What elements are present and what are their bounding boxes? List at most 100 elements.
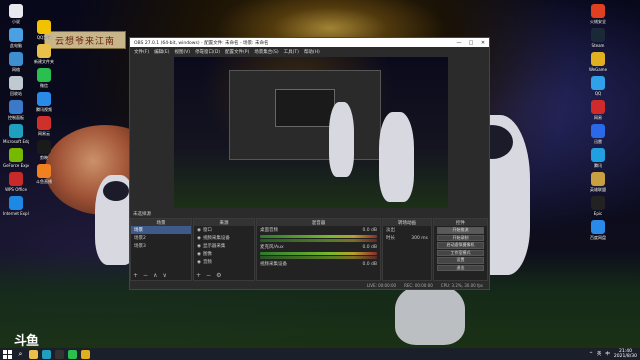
transition-select[interactable]: 淡出 (383, 226, 431, 234)
menu-scene-collection[interactable]: 场景集合(S) (254, 49, 278, 55)
virtual-camera-button[interactable]: 启动虚拟摄像机 (437, 242, 484, 249)
eye-icon[interactable]: ◉ (197, 228, 201, 233)
menu-profile[interactable]: 配置文件(P) (225, 49, 249, 55)
taskbar-app-chrome[interactable] (81, 349, 90, 359)
add-scene-icon[interactable]: + (133, 272, 138, 279)
search-icon[interactable]: ⌕ (16, 350, 25, 359)
app-icon (591, 124, 605, 138)
desktop-icon[interactable]: 百度网盘 (586, 220, 610, 240)
scene-item[interactable]: 场景 (131, 226, 191, 234)
obs-menu-bar: 文件(F) 编辑(E) 视图(V) 停靠窗口(D) 配置文件(P) 场景集合(S… (130, 47, 489, 56)
desktop-icon[interactable]: Microsoft Edge (3, 124, 29, 144)
desktop-icon[interactable]: 迅雷 (586, 124, 610, 144)
start-button[interactable] (3, 349, 12, 359)
taskbar-app-edge[interactable] (42, 349, 51, 359)
tray-overflow-icon[interactable]: ^ (589, 352, 593, 357)
source-item[interactable]: ◉ 音频 (194, 258, 254, 266)
eye-icon[interactable]: ◉ (197, 236, 201, 241)
desktop-icon[interactable]: 回收站 (4, 76, 28, 96)
scene-item[interactable]: 场景3 (131, 242, 191, 250)
minimize-button[interactable]: — (453, 40, 465, 46)
desktop-icons-right: 火绒安全 Steam WeGame QQ 网易迅雷腾讯英雄联盟 Epic 百度网盘 (586, 4, 610, 240)
taskbar-app-obs[interactable] (55, 349, 64, 359)
desktop-icon[interactable]: 腾讯 (586, 148, 610, 168)
desktop-icon[interactable]: 新建文件夹 (32, 44, 56, 64)
scene-up-icon[interactable]: ∧ (153, 272, 157, 279)
remove-scene-icon[interactable]: − (143, 272, 148, 279)
exit-button[interactable]: 退出 (437, 264, 484, 271)
maximize-button[interactable]: □ (465, 40, 477, 46)
ime-mode[interactable]: 中 (605, 351, 610, 357)
desktop-icon[interactable]: WPS Office (4, 172, 28, 192)
taskbar-app-wechat[interactable] (68, 349, 77, 359)
eye-icon[interactable]: ◉ (197, 260, 201, 265)
input-language[interactable]: 英 (597, 351, 602, 357)
desktop-icon[interactable]: WeGame (586, 52, 610, 72)
desktop-icon[interactable]: 网易 (586, 100, 610, 120)
desktop-icon[interactable]: 英雄联盟 (586, 172, 610, 192)
studio-mode-button[interactable]: 工作室模式 (437, 249, 484, 256)
eye-icon[interactable]: ◉ (197, 252, 201, 257)
source-item[interactable]: ◉ 视频采集设备 (194, 234, 254, 242)
menu-view[interactable]: 视图(V) (174, 49, 190, 55)
desktop-icon[interactable]: 网络 (4, 52, 28, 72)
desktop-icon-label: 剪映 (40, 155, 48, 160)
duration-label: 时长 (386, 236, 395, 241)
desktop-icon[interactable]: 网易云 (32, 116, 56, 136)
source-label: 窗口 (202, 228, 212, 233)
mixer-dock: 混音器 桌面音频 0.0 dB 麦克风/Aux 0.0 dB 视频采集设备 0.0 d… (256, 218, 381, 281)
app-icon (37, 68, 51, 82)
eye-icon[interactable]: ◉ (197, 244, 201, 249)
desktop-icon-label: 百度网盘 (590, 235, 606, 240)
source-label: 图像 (202, 252, 212, 257)
desktop-icon[interactable]: 此电脑 (4, 28, 28, 48)
desktop-icon[interactable]: Epic (586, 196, 610, 216)
menu-edit[interactable]: 编辑(E) (154, 49, 169, 55)
desktop-icon[interactable]: QQ音乐 (32, 20, 56, 40)
mixer-dock-title: 混音器 (257, 219, 380, 226)
controls-dock: 控件 开始推流 开始录制 启动虚拟摄像机 工作室模式 设置 退出 (433, 218, 488, 281)
desktop-icon[interactable]: QQ (586, 76, 610, 96)
scenes-dock-toolbar: + − ∧ ∨ (133, 272, 167, 279)
desktop-icon[interactable]: 剪映 (32, 140, 56, 160)
close-button[interactable]: ✕ (477, 40, 489, 46)
desktop-icon[interactable]: 腾讯视频 (32, 92, 56, 112)
source-item[interactable]: ◉ 显示器采集 (194, 242, 254, 250)
duration-value[interactable]: 300 ms (411, 236, 428, 241)
desktop-icon[interactable]: 斗鱼直播 (32, 164, 56, 184)
menu-docks[interactable]: 停靠窗口(D) (195, 49, 220, 55)
start-streaming-button[interactable]: 开始推流 (437, 227, 484, 234)
app-icon (9, 100, 23, 114)
mixer-channel: 麦克风/Aux 0.0 dB (257, 243, 380, 251)
scenes-dock-title: 场景 (131, 219, 191, 226)
desktop-icon[interactable]: 微信 (32, 68, 56, 88)
source-item[interactable]: ◉ 图像 (194, 250, 254, 258)
volume-slider[interactable] (260, 239, 377, 242)
desktop-icon[interactable]: GeForce Experience (3, 148, 29, 168)
desktop-icon[interactable]: Steam (586, 28, 610, 48)
source-settings-icon[interactable]: ⚙ (216, 272, 221, 279)
desktop-icon[interactable]: 小说 (4, 4, 28, 24)
preview-astronaut (329, 102, 354, 177)
desktop-icon-label: Epic (593, 211, 603, 216)
taskbar-app-file-explorer[interactable] (29, 349, 38, 359)
obs-preview[interactable] (174, 57, 448, 208)
remove-source-icon[interactable]: − (206, 272, 211, 279)
volume-slider[interactable] (260, 256, 377, 259)
taskbar-clock[interactable]: 21:40 2021/8/30 (614, 349, 637, 359)
obs-title-bar: OBS 27.0.1 (64-bit, windows) - 配置文件: 未命名… (130, 38, 489, 47)
desktop-icon-label: 网络 (12, 67, 20, 72)
start-recording-button[interactable]: 开始录制 (437, 234, 484, 241)
settings-button[interactable]: 设置 (437, 257, 484, 264)
menu-help[interactable]: 帮助(H) (304, 49, 320, 55)
menu-file[interactable]: 文件(F) (134, 49, 149, 55)
source-item[interactable]: ◉ 窗口 (194, 226, 254, 234)
desktop-icon[interactable]: 火绒安全 (586, 4, 610, 24)
add-source-icon[interactable]: + (196, 272, 201, 279)
scene-down-icon[interactable]: ∨ (162, 272, 166, 279)
menu-tools[interactable]: 工具(T) (284, 49, 299, 55)
desktop-icon[interactable]: Internet Explorer (3, 196, 29, 216)
desktop-icon-label: GeForce Experience (3, 163, 29, 168)
desktop-icon[interactable]: 控制面板 (4, 100, 28, 120)
scene-item[interactable]: 场景2 (131, 234, 191, 242)
